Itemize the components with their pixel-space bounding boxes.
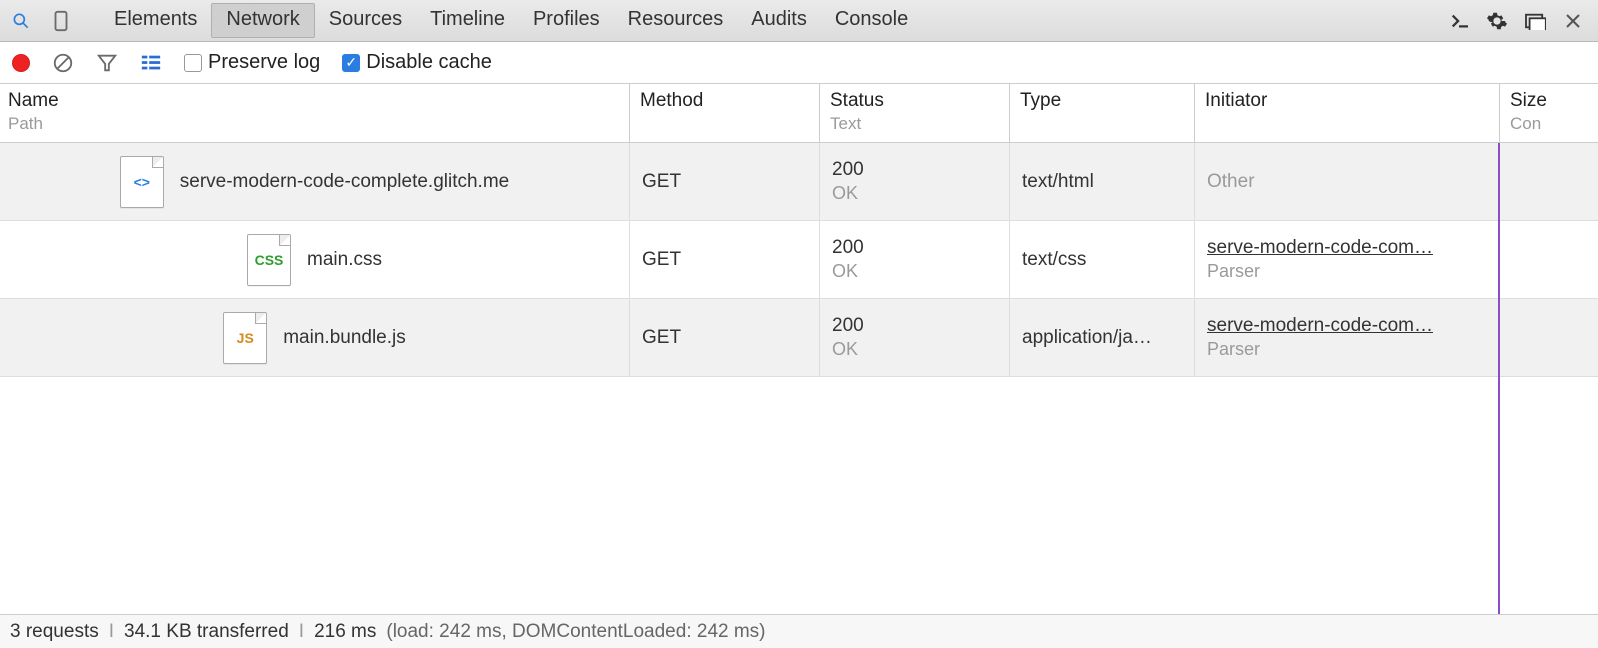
sep-icon: I	[299, 621, 304, 643]
cell-name: <> serve-modern-code-complete.glitch.me	[0, 143, 630, 220]
table-row[interactable]: JSmain.bundle.jsGET200OKapplication/ja…s…	[0, 299, 1598, 377]
file-js-icon: JS	[223, 312, 267, 364]
request-name: serve-modern-code-complete.glitch.me	[180, 171, 509, 193]
cell-status: 200OK	[820, 221, 1010, 298]
tabbar-right-icons	[1446, 8, 1590, 34]
status-requests: 3 requests	[10, 621, 99, 643]
cell-status: 200OK	[820, 299, 1010, 376]
file-css-icon: CSS	[247, 234, 291, 286]
cell-status: 200OK	[820, 143, 1010, 220]
initiator-link[interactable]: serve-modern-code-com…	[1207, 315, 1487, 337]
close-icon[interactable]	[1560, 8, 1586, 34]
tab-audits[interactable]: Audits	[737, 4, 821, 37]
col-method[interactable]: Method	[630, 84, 820, 142]
preserve-log-checkbox[interactable]: Preserve log	[184, 51, 320, 74]
sep-icon: I	[109, 621, 114, 643]
status-time: 216 ms	[314, 621, 376, 643]
cell-type: application/ja…	[1010, 299, 1195, 376]
network-toolbar: Preserve log ✓ Disable cache	[0, 42, 1598, 84]
initiator-text: Other	[1207, 171, 1487, 193]
cell-size	[1500, 221, 1598, 298]
checkbox-checked-icon: ✓	[342, 54, 360, 72]
cell-type: text/html	[1010, 143, 1195, 220]
tab-timeline[interactable]: Timeline	[416, 4, 519, 37]
request-name: main.bundle.js	[283, 327, 406, 349]
cell-name: JS main.bundle.js	[0, 299, 630, 376]
status-bar: 3 requests I 34.1 KB transferred I 216 m…	[0, 614, 1598, 648]
tab-resources[interactable]: Resources	[614, 4, 738, 37]
settings-gear-icon[interactable]	[1484, 8, 1510, 34]
device-mode-icon[interactable]	[48, 8, 74, 34]
status-transferred: 34.1 KB transferred	[124, 621, 289, 643]
cell-size	[1500, 299, 1598, 376]
cell-method: GET	[630, 299, 820, 376]
cell-size	[1500, 143, 1598, 220]
preserve-log-label: Preserve log	[208, 51, 320, 74]
tab-elements[interactable]: Elements	[100, 4, 211, 37]
tab-profiles[interactable]: Profiles	[519, 4, 614, 37]
dock-side-icon[interactable]	[1522, 8, 1548, 34]
devtools-tabbar: Elements Network Sources Timeline Profil…	[0, 0, 1598, 42]
initiator-link[interactable]: serve-modern-code-com…	[1207, 237, 1487, 259]
tab-network[interactable]: Network	[211, 3, 314, 38]
col-size[interactable]: Size Con	[1500, 84, 1598, 142]
table-body[interactable]: <> serve-modern-code-complete.glitch.me GE…	[0, 143, 1598, 614]
tab-console[interactable]: Console	[821, 4, 922, 37]
filter-icon[interactable]	[96, 52, 118, 74]
show-drawer-icon[interactable]	[1446, 8, 1472, 34]
file-html-icon: <>	[120, 156, 164, 208]
cell-initiator: serve-modern-code-com…Parser	[1195, 299, 1500, 376]
large-rows-icon[interactable]	[140, 52, 162, 74]
disable-cache-label: Disable cache	[366, 51, 492, 74]
request-name: main.css	[307, 249, 382, 271]
col-name[interactable]: Name Path	[0, 84, 630, 142]
table-row[interactable]: <> serve-modern-code-complete.glitch.me GE…	[0, 143, 1598, 221]
status-details: (load: 242 ms, DOMContentLoaded: 242 ms)	[386, 621, 765, 643]
disable-cache-checkbox[interactable]: ✓ Disable cache	[342, 51, 492, 74]
panel-tabs: Elements Network Sources Timeline Profil…	[100, 3, 922, 38]
network-table: Name Path Method Status Text Type Initia…	[0, 84, 1598, 614]
cell-method: GET	[630, 143, 820, 220]
checkbox-unchecked-icon	[184, 54, 202, 72]
table-row[interactable]: CSSmain.cssGET200OKtext/cssserve-modern-…	[0, 221, 1598, 299]
cell-method: GET	[630, 221, 820, 298]
clear-icon[interactable]	[52, 52, 74, 74]
col-type[interactable]: Type	[1010, 84, 1195, 142]
col-initiator[interactable]: Initiator	[1195, 84, 1500, 142]
table-header: Name Path Method Status Text Type Initia…	[0, 84, 1598, 143]
cell-initiator: serve-modern-code-com…Parser	[1195, 221, 1500, 298]
col-status[interactable]: Status Text	[820, 84, 1010, 142]
cell-name: CSS main.css	[0, 221, 630, 298]
search-icon[interactable]	[8, 8, 34, 34]
timing-marker	[1498, 143, 1500, 614]
cell-initiator: Other	[1195, 143, 1500, 220]
cell-type: text/css	[1010, 221, 1195, 298]
tab-sources[interactable]: Sources	[315, 4, 416, 37]
record-button[interactable]	[12, 54, 30, 72]
